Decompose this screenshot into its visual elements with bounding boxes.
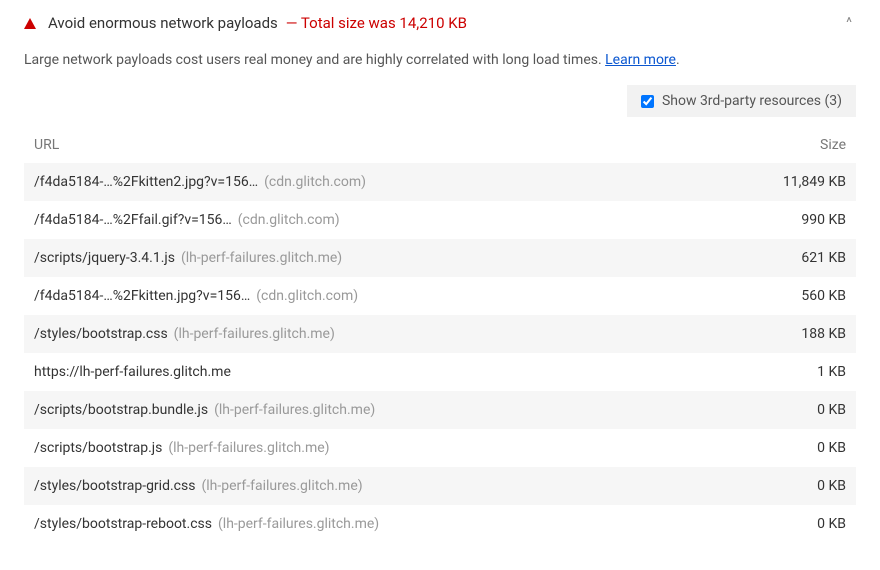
size-cell: 188 KB (702, 315, 856, 353)
audit-description-text: Large network payloads cost users real m… (24, 52, 605, 68)
url-host: (cdn.glitch.com) (238, 212, 340, 228)
table-row: /f4da5184-…%2Ffail.gif?v=156… (cdn.glitch… (24, 201, 856, 239)
thirdparty-toggle[interactable]: Show 3rd-party resources (3) (627, 85, 856, 117)
url-path: /styles/bootstrap-grid.css (34, 478, 195, 494)
url-path: /scripts/bootstrap.js (34, 440, 162, 456)
table-header-row: URL Size (24, 127, 856, 163)
url-path: /styles/bootstrap.css (34, 326, 168, 342)
size-cell: 621 KB (702, 239, 856, 277)
size-cell: 0 KB (702, 505, 856, 543)
table-row: /f4da5184-…%2Fkitten2.jpg?v=156… (cdn.gli… (24, 163, 856, 201)
table-row: /styles/bootstrap-grid.css (lh-perf-failu… (24, 467, 856, 505)
audit-summary: — Total size was 14,210 KB (286, 14, 467, 32)
table-row: /scripts/bootstrap.js (lh-perf-failures.g… (24, 429, 856, 467)
table-row: /scripts/bootstrap.bundle.js (lh-perf-fai… (24, 391, 856, 429)
table-row: /scripts/jquery-3.4.1.js (lh-perf-failure… (24, 239, 856, 277)
url-cell: /f4da5184-…%2Fkitten.jpg?v=156… (cdn.glit… (24, 277, 702, 315)
url-path: /f4da5184-…%2Fkitten.jpg?v=156… (34, 288, 250, 304)
url-cell: /styles/bootstrap-reboot.css (lh-perf-fai… (24, 505, 702, 543)
audit-header[interactable]: Avoid enormous network payloads — Total … (24, 8, 856, 38)
url-host: (lh-perf-failures.glitch.me) (201, 478, 362, 494)
size-cell: 11,849 KB (702, 163, 856, 201)
audit-description: Large network payloads cost users real m… (24, 50, 856, 71)
size-cell: 0 KB (702, 429, 856, 467)
size-cell: 990 KB (702, 201, 856, 239)
table-row: /f4da5184-…%2Fkitten.jpg?v=156… (cdn.glit… (24, 277, 856, 315)
size-cell: 0 KB (702, 391, 856, 429)
chevron-up-icon: ^ (842, 15, 856, 31)
url-cell: /scripts/bootstrap.bundle.js (lh-perf-fai… (24, 391, 702, 429)
url-host: (cdn.glitch.com) (256, 288, 358, 304)
url-cell: /f4da5184-…%2Ffail.gif?v=156… (cdn.glitch… (24, 201, 702, 239)
url-cell: /styles/bootstrap-grid.css (lh-perf-failu… (24, 467, 702, 505)
url-host: (lh-perf-failures.glitch.me) (168, 440, 329, 456)
url-path: https://lh-perf-failures.glitch.me (34, 364, 231, 380)
col-url: URL (24, 127, 702, 163)
url-host: (cdn.glitch.com) (264, 174, 366, 190)
thirdparty-label: Show 3rd-party resources (3) (662, 93, 842, 109)
size-cell: 0 KB (702, 467, 856, 505)
payload-table: URL Size /f4da5184-…%2Fkitten2.jpg?v=156… (24, 127, 856, 543)
url-host: (lh-perf-failures.glitch.me) (174, 326, 335, 342)
url-cell: /scripts/bootstrap.js (lh-perf-failures.g… (24, 429, 702, 467)
table-row: /styles/bootstrap-reboot.css (lh-perf-fai… (24, 505, 856, 543)
size-cell: 560 KB (702, 277, 856, 315)
table-row: https://lh-perf-failures.glitch.me 1 KB (24, 353, 856, 391)
col-size: Size (702, 127, 856, 163)
table-row: /styles/bootstrap.css (lh-perf-failures.g… (24, 315, 856, 353)
thirdparty-checkbox[interactable] (641, 95, 654, 108)
url-cell: /styles/bootstrap.css (lh-perf-failures.g… (24, 315, 702, 353)
url-host: (lh-perf-failures.glitch.me) (214, 402, 375, 418)
url-cell: /scripts/jquery-3.4.1.js (lh-perf-failure… (24, 239, 702, 277)
url-host: (lh-perf-failures.glitch.me) (181, 250, 342, 266)
url-path: /scripts/jquery-3.4.1.js (34, 250, 175, 266)
url-path: /f4da5184-…%2Ffail.gif?v=156… (34, 212, 232, 228)
url-path: /f4da5184-…%2Fkitten2.jpg?v=156… (34, 174, 258, 190)
thirdparty-row: Show 3rd-party resources (3) (24, 85, 856, 117)
audit-title: Avoid enormous network payloads (48, 14, 278, 32)
url-path: /scripts/bootstrap.bundle.js (34, 402, 208, 418)
url-path: /styles/bootstrap-reboot.css (34, 516, 212, 532)
fail-triangle-icon (24, 18, 36, 29)
url-cell: https://lh-perf-failures.glitch.me (24, 353, 702, 391)
size-cell: 1 KB (702, 353, 856, 391)
url-cell: /f4da5184-…%2Fkitten2.jpg?v=156… (cdn.gli… (24, 163, 702, 201)
url-host: (lh-perf-failures.glitch.me) (218, 516, 379, 532)
learn-more-link[interactable]: Learn more (605, 52, 676, 68)
